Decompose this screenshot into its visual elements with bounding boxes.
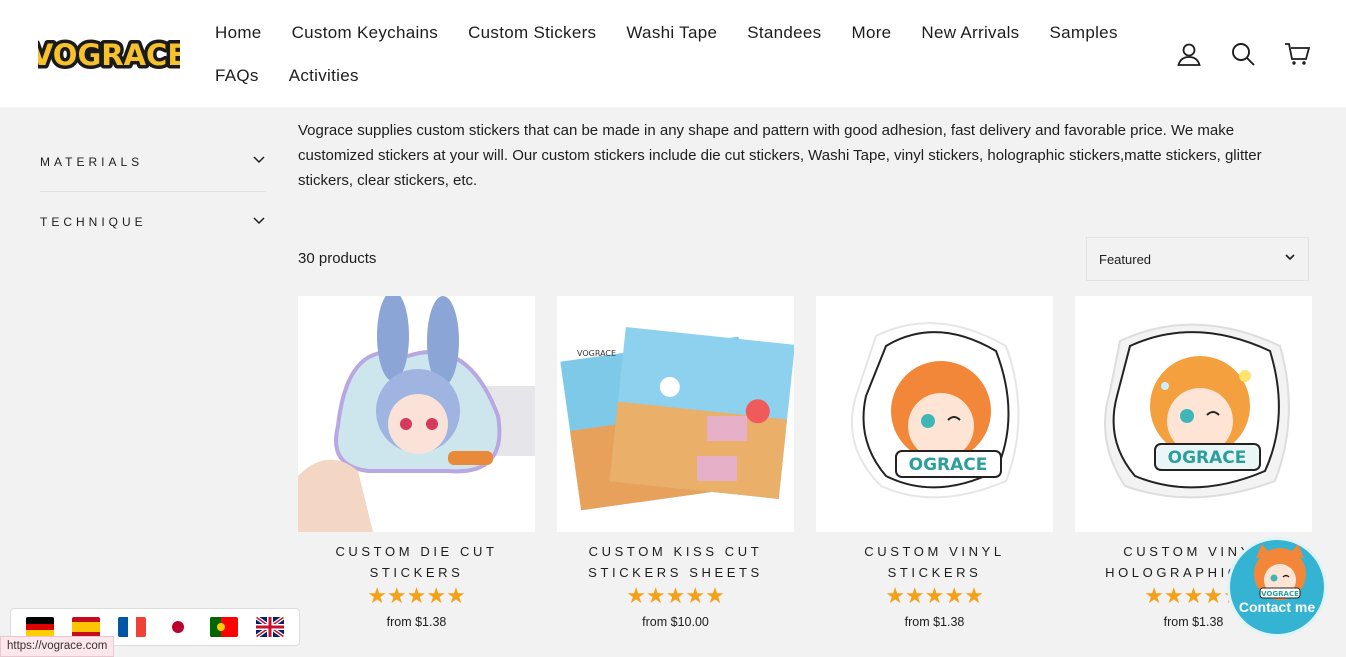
- rating-stars: ★★★★★: [885, 583, 984, 608]
- mascot-badge: VOGRACE: [1261, 590, 1299, 598]
- chevron-down-icon: [252, 152, 266, 171]
- product-title[interactable]: CUSTOM DIE CUT STICKERS: [298, 541, 535, 583]
- sort-select[interactable]: Featured: [1086, 237, 1309, 281]
- nav-custom-keychains[interactable]: Custom Keychains: [277, 23, 454, 43]
- chevron-down-icon: [252, 213, 266, 232]
- flag-germany-icon[interactable]: [26, 617, 54, 637]
- main-nav: Home Custom Keychains Custom Stickers Wa…: [200, 14, 1140, 95]
- flag-japan-icon[interactable]: [164, 617, 192, 637]
- product-image[interactable]: [298, 296, 535, 532]
- product-title[interactable]: CUSTOM VINYL STICKERS: [816, 541, 1053, 583]
- header-icons: [1176, 41, 1310, 67]
- product-title[interactable]: CUSTOM KISS CUT STICKERS SHEETS: [557, 541, 794, 583]
- nav-activities[interactable]: Activities: [274, 66, 374, 86]
- flag-uk-icon[interactable]: [256, 617, 284, 637]
- nav-custom-stickers[interactable]: Custom Stickers: [453, 23, 611, 43]
- filter-label: MATERIALS: [40, 154, 144, 169]
- product-price: from $10.00: [642, 615, 709, 629]
- product-image[interactable]: OGRACE: [1075, 296, 1312, 532]
- nav-washi-tape[interactable]: Washi Tape: [611, 23, 732, 43]
- filter-label: TECHNIQUE: [40, 215, 147, 229]
- mascot-icon: VOGRACE: [1254, 544, 1306, 600]
- product-price: from $1.38: [904, 615, 965, 629]
- collection-description: Vograce supplies custom stickers that ca…: [298, 122, 1262, 189]
- contact-label: Contact me: [1238, 599, 1316, 615]
- nav-home[interactable]: Home: [200, 23, 277, 43]
- search-icon[interactable]: [1230, 41, 1256, 67]
- flag-portugal-icon[interactable]: [210, 617, 238, 637]
- product-count: 30 products: [298, 250, 377, 267]
- product-price: from $1.38: [386, 615, 447, 629]
- product-image[interactable]: OGRACE: [816, 296, 1053, 532]
- chevron-down-icon: [1284, 250, 1296, 268]
- product-grid: CUSTOM DIE CUT STICKERS ★★★★★ from $1.38: [298, 296, 1312, 629]
- cart-icon[interactable]: [1284, 41, 1310, 67]
- filter-technique[interactable]: TECHNIQUE: [40, 192, 266, 252]
- rating-stars: ★★★★★: [626, 583, 725, 608]
- svg-text:VOGRACE: VOGRACE: [577, 349, 616, 358]
- flag-france-icon[interactable]: [118, 617, 146, 637]
- product-card[interactable]: CUSTOM DIE CUT STICKERS ★★★★★ from $1.38: [298, 296, 535, 629]
- filter-sidebar: MATERIALS TECHNIQUE: [40, 132, 266, 252]
- product-image[interactable]: VOGRACE: [557, 296, 794, 532]
- nav-standees[interactable]: Standees: [732, 23, 836, 43]
- product-card[interactable]: OGRACE CUSTOM VINYL STICKERS ★★★★★ from …: [816, 296, 1053, 629]
- site-header: VOGRACE VOGRACE Home Custom Keychains Cu…: [0, 0, 1346, 107]
- contact-me-button[interactable]: VOGRACE Contact me: [1227, 537, 1327, 637]
- nav-faqs[interactable]: FAQs: [200, 66, 274, 86]
- rating-stars: ★★★★★: [367, 583, 466, 608]
- product-card[interactable]: VOGRACE CUSTOM KISS CUT STICKERS SHEETS …: [557, 296, 794, 629]
- account-icon[interactable]: [1176, 41, 1202, 67]
- nav-samples[interactable]: Samples: [1035, 23, 1133, 43]
- nav-new-arrivals[interactable]: New Arrivals: [906, 23, 1034, 43]
- filter-materials[interactable]: MATERIALS: [40, 132, 266, 192]
- status-bar-url: https://vograce.com: [0, 636, 115, 657]
- svg-text:OGRACE: OGRACE: [1168, 448, 1247, 468]
- vograce-logo[interactable]: VOGRACE VOGRACE: [27, 33, 190, 76]
- svg-text:OGRACE: OGRACE: [909, 455, 988, 475]
- nav-more[interactable]: More: [836, 23, 906, 43]
- flag-spain-icon[interactable]: [72, 617, 100, 637]
- sort-value: Featured: [1099, 251, 1152, 267]
- svg-text:VOGRACE: VOGRACE: [38, 38, 180, 72]
